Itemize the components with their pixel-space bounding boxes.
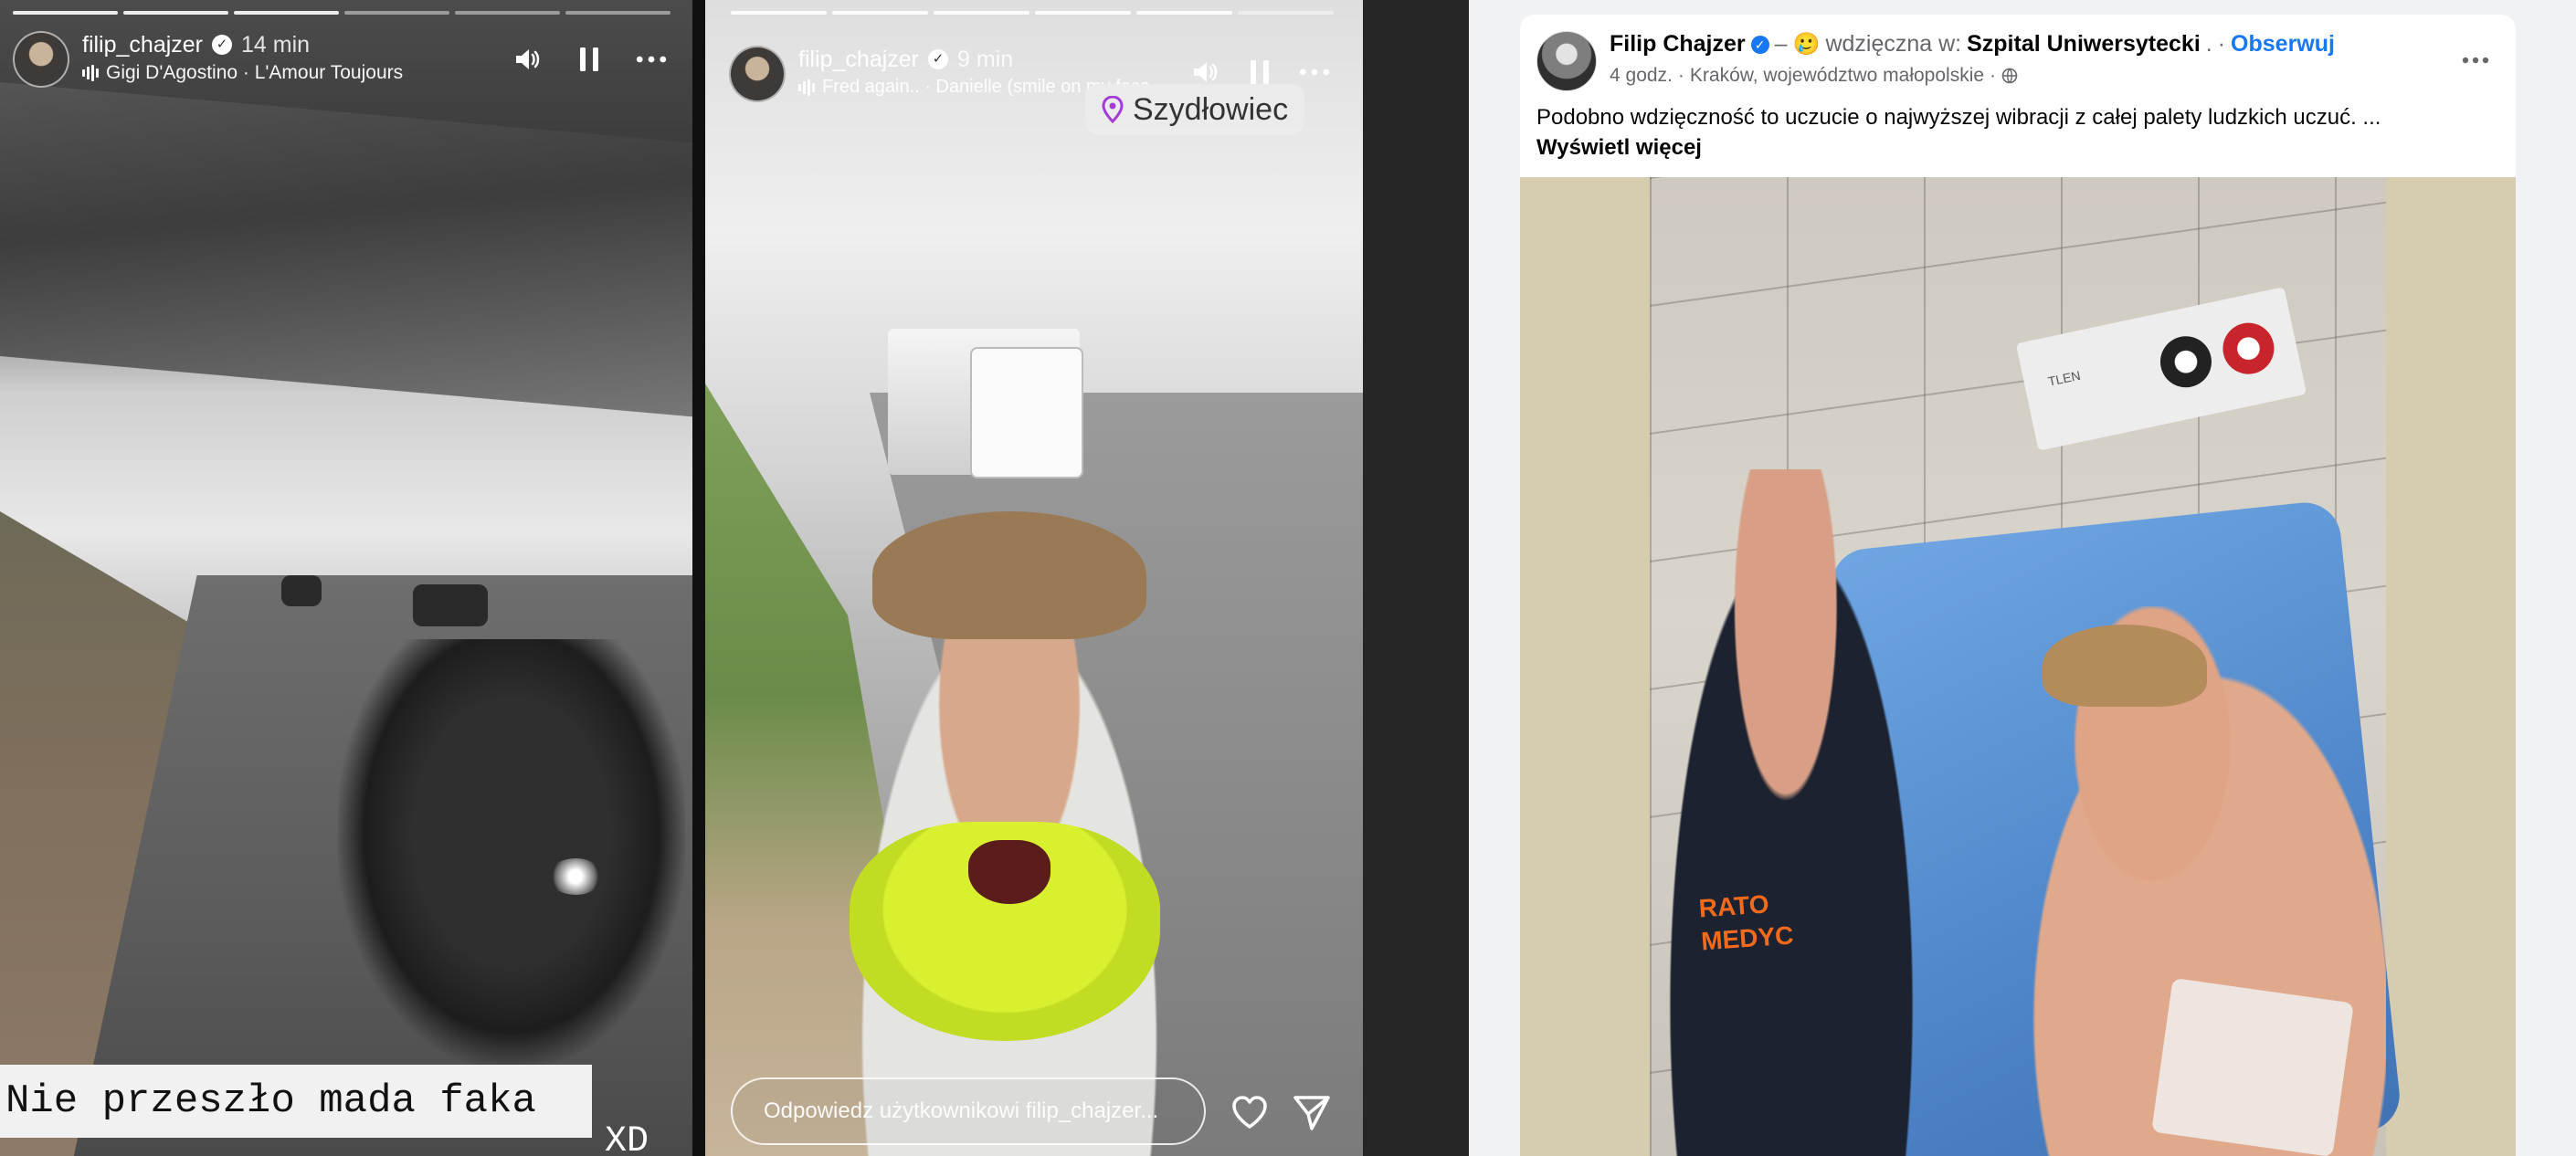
open-mouth-scene	[968, 840, 1050, 904]
gutter	[1363, 0, 1469, 1156]
hair-scene	[872, 511, 1146, 639]
progress-segment	[934, 11, 1029, 15]
location-sticker[interactable]: Szydłowiec	[1085, 84, 1305, 135]
avatar[interactable]	[13, 31, 69, 88]
progress-segment	[565, 11, 670, 15]
paper-plane-icon[interactable]	[1292, 1092, 1332, 1132]
progress-segment	[731, 11, 827, 15]
story-controls	[1189, 57, 1330, 88]
verified-badge-icon: ✓	[1750, 35, 1769, 54]
gauge-icon	[2155, 331, 2217, 393]
more-horizontal-icon[interactable]	[1299, 57, 1330, 88]
hair-scene	[2043, 625, 2207, 707]
progress-segment	[1238, 11, 1334, 15]
progress-segment	[455, 11, 560, 15]
story-username[interactable]: filip_chajzer	[798, 46, 919, 73]
location-name: Szydłowiec	[1133, 91, 1289, 127]
follow-button[interactable]: Obserwuj	[2231, 31, 2335, 58]
separator: –	[1774, 31, 1788, 57]
progress-segment	[13, 11, 118, 15]
post-photo[interactable]: TLEN RATO MEDYC	[1520, 177, 2516, 1156]
uniform-line-2: MEDYC	[1700, 920, 1795, 956]
screenshot-stage: filip_chajzer ✓ 14 min Gigi D'Agostino ·…	[0, 0, 2576, 1156]
avatar[interactable]	[1536, 31, 1597, 91]
story-caption-suffix: XD	[605, 1121, 649, 1156]
audio-bars-icon	[798, 79, 815, 96]
middot: ·	[1990, 65, 1997, 86]
avatar[interactable]	[729, 46, 786, 102]
story-header: filip_chajzer ✓ 14 min Gigi D'Agostino ·…	[13, 31, 403, 88]
audio-bars-icon	[82, 65, 99, 81]
progress-segment	[832, 11, 928, 15]
middot: ·	[2217, 31, 2226, 57]
speaker-icon[interactable]	[512, 44, 543, 75]
progress-segment	[1136, 11, 1232, 15]
post-header: Filip Chajzer ✓ – 🥲 wdzięczna w: Szpital…	[1536, 31, 2335, 91]
more-horizontal-icon[interactable]	[2457, 42, 2494, 79]
post-location[interactable]: Kraków, województwo małopolskie	[1690, 65, 1984, 87]
medical-package	[2151, 977, 2354, 1156]
progress-segment	[344, 11, 449, 15]
story-progress-bar	[13, 11, 670, 15]
story-reply-input[interactable]: Odpowiedz użytkownikowi filip_chajzer...	[731, 1077, 1206, 1145]
pause-icon[interactable]	[574, 44, 605, 75]
music-label: Gigi D'Agostino · L'Amour Toujours	[106, 62, 404, 83]
story-time: 9 min	[957, 47, 1014, 72]
story-panel-1[interactable]: filip_chajzer ✓ 14 min Gigi D'Agostino ·…	[0, 0, 692, 1156]
car-scene	[413, 584, 488, 626]
verified-badge-icon: ✓	[928, 49, 949, 69]
globe-icon	[2001, 68, 2018, 84]
panel-label: TLEN	[2046, 367, 2082, 389]
story-progress-bar	[731, 11, 1334, 15]
dot-separator: .	[2205, 31, 2212, 57]
location-pin-icon	[1102, 96, 1124, 123]
story-username[interactable]: filip_chajzer	[82, 31, 203, 58]
gauge-icon	[2218, 318, 2279, 379]
author-name[interactable]: Filip Chajzer	[1610, 31, 1746, 58]
heart-icon[interactable]	[1230, 1092, 1270, 1132]
middot: ·	[1677, 65, 1684, 86]
speaker-icon[interactable]	[1189, 57, 1220, 88]
photo-scene: TLEN RATO MEDYC	[1650, 177, 2403, 1156]
story-time: 14 min	[241, 32, 311, 58]
progress-segment	[123, 11, 228, 15]
feeling-text: wdzięczna w:	[1825, 31, 1962, 57]
paramedic-person	[1650, 469, 1933, 1156]
post-time[interactable]: 4 godz.	[1610, 65, 1673, 87]
place-link[interactable]: Szpital Uniwersytecki	[1967, 31, 2201, 58]
post-text: Podobno wdzięczność to uczucie o najwyżs…	[1536, 105, 2381, 130]
facebook-post-card: Filip Chajzer ✓ – 🥲 wdzięczna w: Szpital…	[1520, 15, 2516, 1156]
headlight-glow	[548, 858, 603, 895]
verified-badge-icon: ✓	[212, 35, 233, 55]
uniform-text: RATO MEDYC	[1698, 887, 1795, 959]
car-scene	[281, 575, 322, 606]
overpass-scene	[0, 82, 692, 417]
feeling-emoji-icon: 🥲	[1792, 32, 1821, 57]
post-text-container: Podobno wdzięczność to uczucie o najwyżs…	[1536, 102, 2496, 163]
see-more-link[interactable]: Wyświetl więcej	[1536, 132, 2496, 163]
progress-segment	[1035, 11, 1131, 15]
story-controls	[512, 44, 667, 75]
progress-segment	[234, 11, 339, 15]
more-horizontal-icon[interactable]	[636, 44, 667, 75]
story-caption: Nie przeszło mada faka	[0, 1065, 592, 1138]
panel-divider	[692, 0, 705, 1156]
truck-cab-scene	[970, 347, 1083, 478]
music-track[interactable]: Gigi D'Agostino · L'Amour Toujours	[82, 62, 403, 84]
motorcycle-scene	[338, 639, 685, 1068]
pause-icon[interactable]	[1244, 57, 1275, 88]
